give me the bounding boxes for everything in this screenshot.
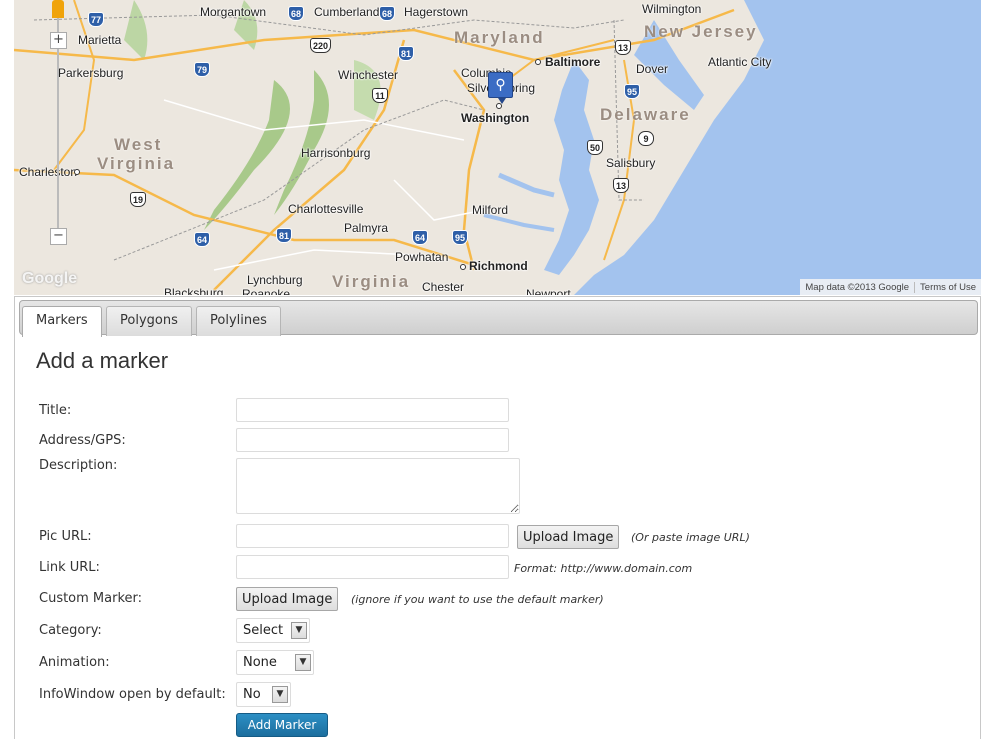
category-select[interactable]: Select ▼ bbox=[236, 618, 310, 643]
state-label-new-jersey: New Jersey bbox=[644, 22, 758, 41]
city-label: Cumberland bbox=[314, 5, 380, 19]
animation-label: Animation: bbox=[39, 655, 110, 670]
upload-pic-button[interactable]: Upload Image bbox=[517, 525, 620, 549]
map-view[interactable]: Maryland New Jersey West Virginia Delawa… bbox=[14, 0, 981, 295]
marker-pin-icon: ⚲ bbox=[495, 77, 506, 93]
city-label: Baltimore bbox=[545, 55, 601, 69]
address-input[interactable] bbox=[236, 428, 509, 452]
highway-shield: 220 bbox=[310, 38, 332, 53]
highway-shield: 64 bbox=[194, 232, 211, 247]
terms-of-use-link[interactable]: Terms of Use bbox=[914, 281, 981, 293]
highway-shield: 11 bbox=[372, 88, 388, 103]
zoom-out-button[interactable]: − bbox=[50, 228, 67, 245]
highway-shield: 79 bbox=[194, 62, 211, 77]
add-marker-button[interactable]: Add Marker bbox=[236, 713, 328, 737]
state-label-virginia: Virginia bbox=[332, 272, 411, 291]
category-label: Category: bbox=[39, 623, 102, 638]
highway-shield: 13 bbox=[613, 178, 630, 193]
city-label: Blacksburg bbox=[164, 286, 224, 295]
tab-bar: Markers Polygons Polylines bbox=[19, 300, 978, 337]
address-label: Address/GPS: bbox=[39, 433, 126, 448]
city-label: Palmyra bbox=[344, 221, 389, 235]
link-url-input[interactable] bbox=[236, 555, 509, 579]
city-label: Marietta bbox=[78, 33, 122, 47]
title-label: Title: bbox=[39, 403, 72, 418]
city-label: Winchester bbox=[338, 68, 399, 82]
state-label-delaware: Delaware bbox=[600, 105, 691, 124]
chevron-down-icon: ▼ bbox=[272, 686, 288, 703]
street-view-pegman-icon[interactable] bbox=[52, 0, 64, 18]
map-marker[interactable]: ⚲ bbox=[488, 72, 513, 104]
marker-panel: Markers Polygons Polylines Add a marker … bbox=[14, 296, 981, 739]
city-label: Richmond bbox=[469, 259, 528, 273]
city-dot bbox=[460, 264, 466, 270]
tab-polygons[interactable]: Polygons bbox=[106, 306, 192, 336]
state-label-west-virginia: Virginia bbox=[97, 154, 176, 173]
city-label: Milford bbox=[472, 203, 509, 217]
page-title: Add a marker bbox=[36, 348, 169, 373]
map-data-credit: Map data ©2013 Google bbox=[805, 281, 910, 293]
highway-shield: 19 bbox=[130, 192, 147, 207]
infowindow-label: InfoWindow open by default: bbox=[39, 687, 226, 702]
chevron-down-icon: ▼ bbox=[291, 622, 307, 639]
zoom-in-button[interactable]: + bbox=[50, 32, 67, 49]
chevron-down-icon: ▼ bbox=[295, 654, 311, 671]
city-label: Charleston bbox=[19, 165, 78, 179]
highway-shield: 9 bbox=[638, 131, 654, 146]
pic-url-input[interactable] bbox=[236, 524, 509, 548]
highway-shield: 68 bbox=[288, 6, 305, 21]
animation-selected-value: None bbox=[243, 655, 277, 670]
highway-shield: 77 bbox=[88, 12, 105, 27]
city-label: Harrisonburg bbox=[301, 146, 371, 160]
pic-url-hint: (Or paste image URL) bbox=[631, 531, 750, 544]
highway-shield: 68 bbox=[379, 6, 396, 21]
city-label: Newport bbox=[526, 287, 571, 295]
custom-marker-hint: (ignore if you want to use the default m… bbox=[351, 593, 604, 606]
highway-shield: 95 bbox=[452, 230, 469, 245]
city-label: Morgantown bbox=[200, 5, 267, 19]
city-label: Salisbury bbox=[606, 156, 656, 170]
animation-select[interactable]: None ▼ bbox=[236, 650, 314, 675]
description-textarea[interactable] bbox=[236, 458, 520, 514]
link-url-hint: Format: http://www.domain.com bbox=[514, 562, 693, 575]
city-label: Parkersburg bbox=[58, 66, 124, 80]
highway-shield: 50 bbox=[587, 140, 604, 155]
state-label-maryland: Maryland bbox=[454, 28, 545, 47]
highway-shield: 81 bbox=[398, 46, 415, 61]
google-logo: Google bbox=[22, 270, 78, 287]
link-url-label: Link URL: bbox=[39, 560, 100, 575]
title-input[interactable] bbox=[236, 398, 509, 422]
highway-shield: 64 bbox=[412, 230, 429, 245]
pic-url-label: Pic URL: bbox=[39, 529, 92, 544]
tab-polylines[interactable]: Polylines bbox=[196, 306, 281, 336]
city-label: Hagerstown bbox=[404, 5, 469, 19]
state-label-west: West bbox=[114, 135, 163, 154]
city-label: Chester bbox=[422, 280, 465, 294]
highway-shield: 81 bbox=[276, 228, 293, 243]
highway-shield: 13 bbox=[615, 40, 632, 55]
tab-markers[interactable]: Markers bbox=[22, 306, 102, 337]
city-dot bbox=[535, 59, 541, 65]
custom-marker-label: Custom Marker: bbox=[39, 591, 143, 606]
category-selected-value: Select bbox=[243, 623, 284, 638]
infowindow-selected-value: No bbox=[243, 687, 261, 702]
upload-marker-button[interactable]: Upload Image bbox=[236, 587, 339, 611]
city-label: Dover bbox=[636, 62, 669, 76]
description-label: Description: bbox=[39, 458, 118, 473]
city-label: Powhatan bbox=[395, 250, 449, 264]
infowindow-select[interactable]: No ▼ bbox=[236, 682, 291, 707]
city-label: Wilmington bbox=[642, 2, 702, 16]
city-label: Lynchburg bbox=[247, 273, 303, 287]
city-label: Atlantic City bbox=[708, 55, 772, 69]
map-attribution: Map data ©2013 Google Terms of Use bbox=[800, 279, 981, 295]
highway-shield: 95 bbox=[624, 84, 641, 99]
city-label: Washington bbox=[461, 111, 530, 125]
city-label: Charlottesville bbox=[288, 202, 364, 216]
city-label: Roanoke bbox=[242, 287, 291, 295]
city-dot bbox=[74, 169, 80, 175]
